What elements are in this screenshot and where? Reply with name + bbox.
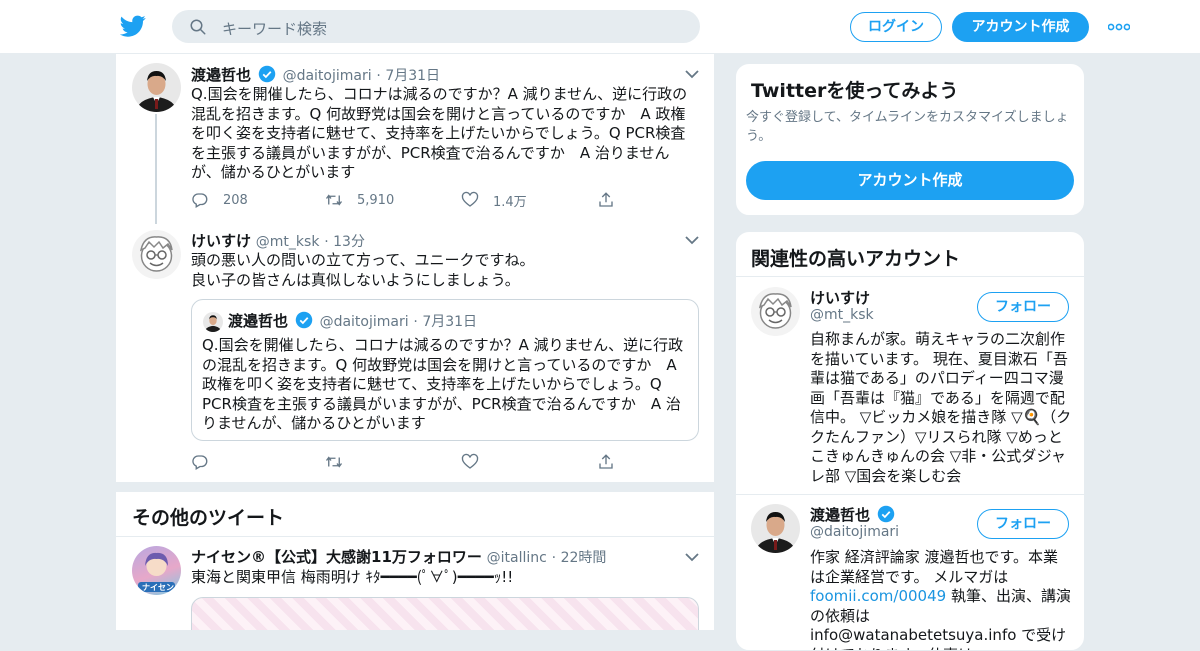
- tweet-text: 頭の悪い人の問いの立て方って、ユニークですね。 良い子の皆さんは真似しないように…: [191, 251, 696, 290]
- promo-title: Twitterを使ってみよう: [751, 80, 959, 102]
- login-button[interactable]: ログイン: [850, 12, 942, 42]
- reply-count: 208: [223, 192, 248, 208]
- twitter-bird-icon[interactable]: [120, 13, 146, 39]
- chevron-down-icon[interactable]: [685, 552, 699, 562]
- avatar-keisuke[interactable]: [751, 287, 800, 336]
- tweet-thread-parent[interactable]: 渡邉哲也 @daitojimari · 7月31日 Q.国会を開催したら、コロナ…: [116, 54, 714, 224]
- screen-name[interactable]: @daitojimari: [283, 68, 372, 84]
- avatar-keisuke[interactable]: [132, 230, 181, 279]
- account-name[interactable]: けいすけ: [810, 287, 870, 308]
- thread-line: [155, 114, 157, 224]
- retweet-action[interactable]: 5,910: [325, 190, 394, 210]
- timestamp[interactable]: 13分: [333, 234, 365, 250]
- verified-badge-icon: [878, 505, 895, 523]
- signup-button[interactable]: アカウント作成: [952, 12, 1089, 42]
- share-action[interactable]: [597, 190, 629, 210]
- chevron-down-icon[interactable]: [685, 235, 699, 245]
- tweet-header: けいすけ @mt_ksk · 13分: [191, 230, 365, 251]
- tweet-actions: 208 5,910 1.4万: [191, 190, 651, 210]
- bio-link[interactable]: foomii.com/00049: [810, 587, 946, 605]
- tweet-text-line: 頭の悪い人の問いの立て方って、ユニークですね。: [191, 251, 535, 269]
- timestamp[interactable]: 7月31日: [385, 68, 440, 84]
- search-placeholder: キーワード検索: [222, 20, 328, 38]
- timeline-column: 渡邉哲也 @daitojimari · 7月31日 Q.国会を開催したら、コロナ…: [115, 54, 715, 630]
- like-count: 1.4万: [493, 194, 527, 210]
- quoted-timestamp: 7月31日: [422, 314, 478, 330]
- quoted-screen-name: @daitojimari: [319, 314, 409, 330]
- heart-icon: [461, 191, 479, 207]
- follow-button[interactable]: フォロー: [977, 292, 1069, 322]
- avatar-watanabe[interactable]: [751, 504, 800, 553]
- signup-promo-card: Twitterを使ってみよう 今すぐ登録して、タイムラインをカスタマイズしましょ…: [735, 63, 1085, 216]
- like-action[interactable]: 1.4万: [461, 190, 527, 210]
- heart-icon: [461, 453, 479, 469]
- reply-icon: [192, 455, 208, 470]
- other-tweets-heading: その他のツイート: [132, 507, 285, 529]
- time-separator: ·: [551, 550, 561, 566]
- account-screen-name[interactable]: @mt_ksk: [810, 307, 874, 323]
- tweet-text: Q.国会を開催したら、コロナは減るのですか？A 減りません、逆に行政の混乱を招き…: [191, 85, 688, 181]
- reply-icon: [192, 193, 208, 208]
- related-account-item[interactable]: 渡邉哲也 @daitojimari フォロー 作家 経済評論家 渡邉哲也です。本…: [736, 495, 1084, 650]
- time-separator: ·: [324, 234, 334, 250]
- bio-text: 作家 経済評論家 渡邉哲也です。本業は企業経営です。 メルマガは: [810, 548, 1059, 586]
- verified-badge-icon: [258, 65, 276, 83]
- share-icon: [599, 192, 613, 207]
- tweet-media-image[interactable]: [191, 597, 699, 630]
- account-bio: 作家 経済評論家 渡邉哲也です。本業は企業経営です。 メルマガは foomii.…: [810, 548, 1072, 650]
- time-separator: ·: [376, 68, 386, 84]
- tweet-text: 東海と関東甲信 梅雨明け ｷﾀ━━━━(ﾟ∀ﾟ)━━━━ｯ!!: [191, 568, 514, 586]
- more-icon[interactable]: [1108, 23, 1130, 31]
- retweet-count: 5,910: [357, 192, 395, 208]
- related-title: 関連性の高いアカウント: [751, 248, 961, 270]
- reply-action[interactable]: [191, 452, 223, 472]
- search-icon: [190, 19, 206, 35]
- tweet-actions: [191, 452, 651, 472]
- retweet-icon: [325, 456, 343, 468]
- tweet-header: 渡邉哲也 @daitojimari · 7月31日: [191, 64, 440, 85]
- quoted-tweet[interactable]: 渡邉哲也 @daitojimari · 7月31日 Q.国会を開催したら、コロナ…: [191, 299, 699, 441]
- share-icon: [599, 454, 613, 469]
- follow-button[interactable]: フォロー: [977, 509, 1069, 539]
- reply-action[interactable]: 208: [191, 190, 248, 210]
- like-action[interactable]: [461, 452, 493, 472]
- account-name-row: 渡邉哲也: [810, 504, 897, 525]
- time-separator: ·: [413, 314, 423, 330]
- avatar-naisen[interactable]: ナイセン: [132, 546, 181, 595]
- display-name[interactable]: ナイセン®【公式】大感謝11万フォロワー: [191, 548, 482, 566]
- display-name[interactable]: けいすけ: [191, 232, 251, 250]
- promo-description: 今すぐ登録して、タイムラインをカスタマイズしましょう。: [746, 110, 1069, 144]
- quoted-header: 渡邉哲也 @daitojimari · 7月31日: [228, 310, 477, 331]
- share-action[interactable]: [597, 452, 629, 472]
- avatar-watanabe[interactable]: [132, 63, 181, 112]
- timestamp[interactable]: 22時間: [561, 550, 607, 566]
- retweet-action[interactable]: [325, 452, 357, 472]
- quoted-avatar: [203, 312, 223, 332]
- related-account-item[interactable]: けいすけ @mt_ksk フォロー 自称まんが家。萌えキャラの二次創作を描いてい…: [736, 277, 1084, 494]
- section-separator: [116, 482, 714, 492]
- promo-signup-button[interactable]: アカウント作成: [746, 161, 1074, 200]
- chevron-down-icon[interactable]: [685, 69, 699, 79]
- screen-name[interactable]: @itallinc: [487, 550, 547, 566]
- tweet-header: ナイセン®【公式】大感謝11万フォロワー @itallinc · 22時間: [191, 546, 606, 567]
- quoted-name: 渡邉哲也: [228, 312, 289, 330]
- top-bar: キーワード検索 ログイン アカウント作成: [0, 0, 1200, 54]
- search-input[interactable]: キーワード検索: [172, 10, 700, 43]
- tweet-text-line: 良い子の皆さんは真似しないようにしましょう。: [191, 270, 520, 289]
- related-accounts-card: 関連性の高いアカウント けいすけ @mt_ksk フォロー 自称まんが家。萌えキ…: [735, 231, 1085, 651]
- verified-badge-icon: [295, 311, 313, 329]
- account-name[interactable]: 渡邉哲也: [810, 506, 870, 524]
- screen-name[interactable]: @mt_ksk: [256, 234, 320, 250]
- avatar-label: ナイセン: [142, 583, 174, 592]
- account-bio: 自称まんが家。萌えキャラの二次創作を描いています。 現在、夏目漱石「吾輩は猫であ…: [810, 330, 1072, 485]
- retweet-icon: [325, 194, 343, 206]
- quoted-text: Q.国会を開催したら、コロナは減るのですか？A 減りません、逆に行政の混乱を招き…: [202, 336, 684, 432]
- account-screen-name[interactable]: @daitojimari: [810, 524, 899, 540]
- display-name[interactable]: 渡邉哲也: [191, 66, 251, 84]
